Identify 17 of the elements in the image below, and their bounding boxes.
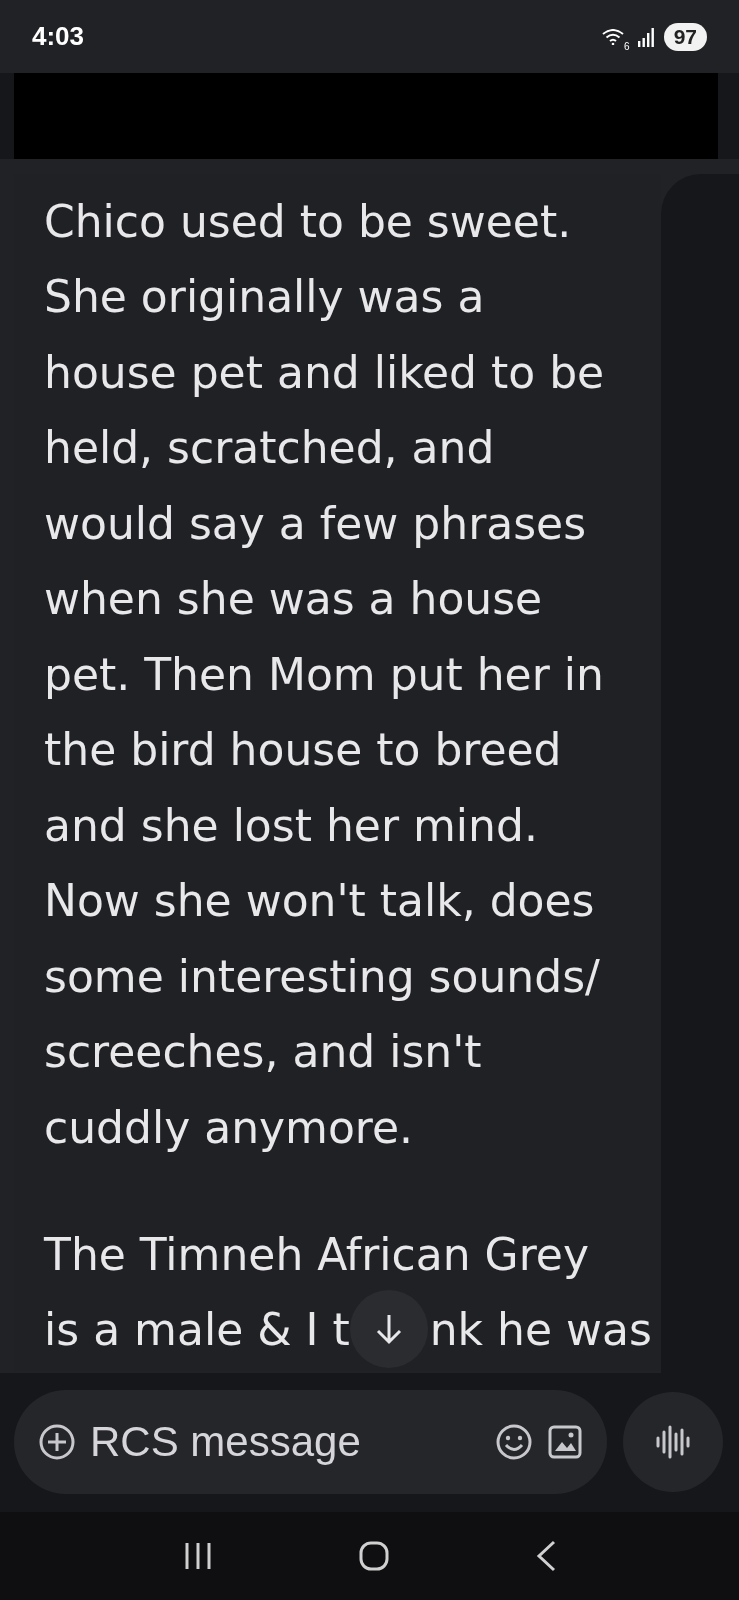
message-bar[interactable]: RCS message	[14, 1390, 607, 1494]
add-icon[interactable]	[38, 1423, 76, 1461]
back-icon[interactable]	[535, 1540, 556, 1572]
image-icon[interactable]	[547, 1424, 583, 1460]
wifi-label: 6	[624, 41, 630, 52]
message-text: Chico used to be sweet. She originally was a house pet and liked to be held, scratched, and would say a few phrases when she was a house pet. Then Mom put her in the bird house to breed and she lost her mind. Now she won't talk, does some interesting sounds/ screeches, and isn't cuddly anymore.	[44, 194, 606, 1155]
wifi-icon	[602, 28, 625, 45]
recent-apps-icon[interactable]	[183, 1541, 212, 1571]
emoji-icon[interactable]	[495, 1423, 533, 1461]
message-field[interactable]: RCS message	[90, 1418, 481, 1466]
message-text: is a male & I t	[44, 1304, 350, 1357]
message-text: nk he was	[429, 1304, 652, 1357]
battery-indicator: 97	[663, 22, 707, 51]
home-icon[interactable]	[358, 1541, 389, 1571]
signal-icon	[637, 26, 656, 47]
clock: 4:03	[32, 21, 85, 52]
message-text: The Timneh African Grey	[44, 1228, 589, 1281]
